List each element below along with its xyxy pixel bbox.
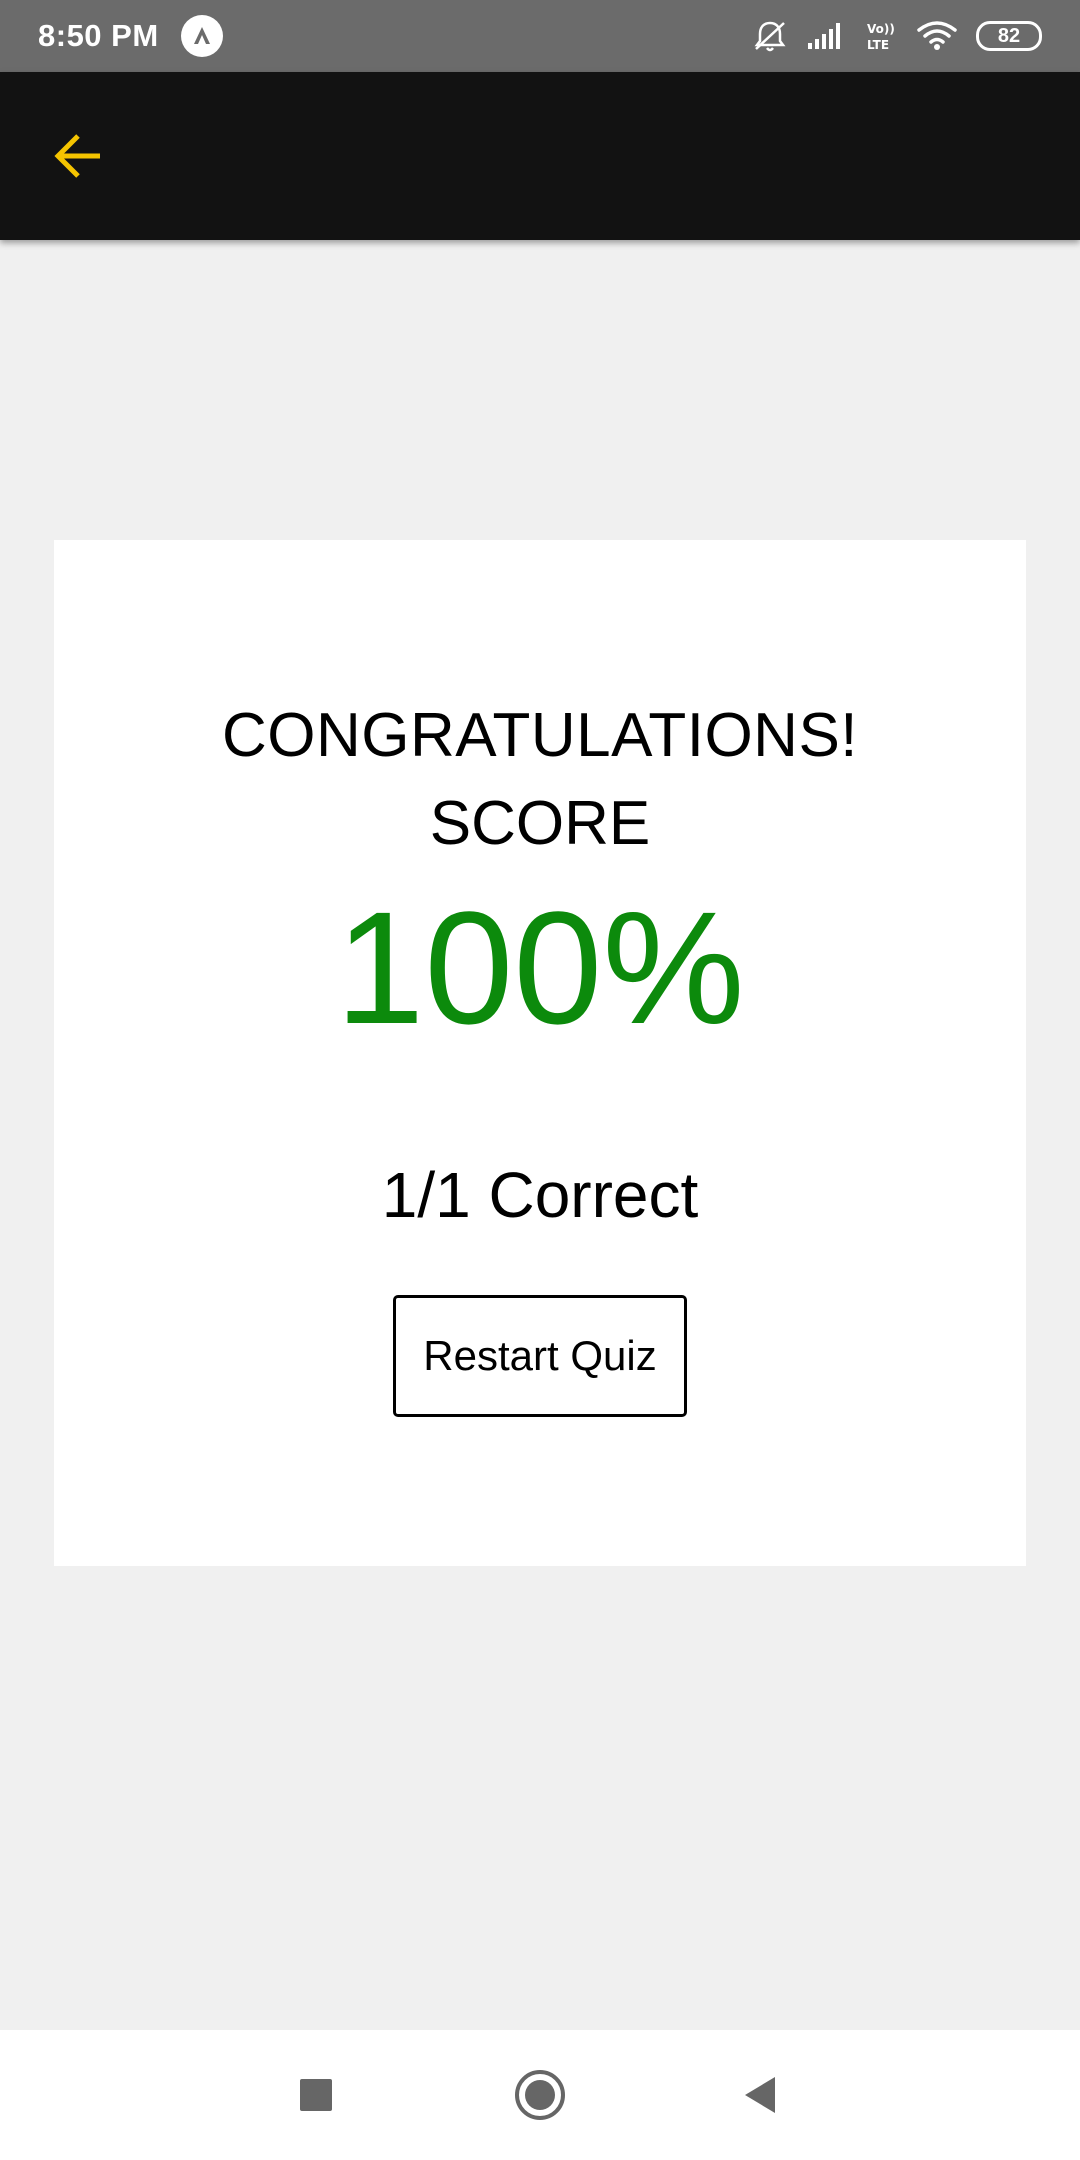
battery-level: 82 (997, 24, 1021, 47)
result-card: CONGRATULATIONS! SCORE 100% 1/1 Correct … (54, 540, 1026, 1566)
score-value: 100% (335, 878, 745, 1057)
wifi-icon (916, 20, 958, 52)
back-triangle-icon (745, 2077, 775, 2113)
home-button[interactable] (503, 2058, 577, 2132)
volte-icon: Vo)) LTE (864, 19, 898, 53)
status-bar-right: Vo)) LTE 82 (752, 19, 1042, 53)
status-time: 8:50 PM (38, 18, 159, 53)
back-button[interactable] (50, 128, 106, 184)
mute-icon (752, 19, 788, 53)
correct-count: 1/1 Correct (381, 1159, 699, 1231)
recents-square-icon (300, 2079, 332, 2111)
system-nav-bar (0, 2030, 1080, 2160)
score-label: SCORE (429, 789, 651, 858)
system-back-button[interactable] (723, 2058, 797, 2132)
arrow-left-icon (54, 134, 100, 178)
recents-button[interactable] (279, 2058, 353, 2132)
status-bar-left: 8:50 PM (38, 15, 223, 57)
signal-icon (806, 21, 846, 51)
app-notification-icon (180, 15, 223, 57)
svg-text:Vo)): Vo)) (867, 22, 895, 36)
battery-icon: 82 (976, 21, 1042, 51)
status-bar: 8:50 PM Vo)) LTE 82 (0, 0, 1080, 72)
home-circle-icon (515, 2070, 565, 2120)
app-bar (0, 72, 1080, 240)
svg-text:LTE: LTE (867, 38, 889, 52)
congratulations-heading: CONGRATULATIONS! (221, 701, 859, 770)
restart-quiz-button[interactable]: Restart Quiz (393, 1295, 687, 1417)
